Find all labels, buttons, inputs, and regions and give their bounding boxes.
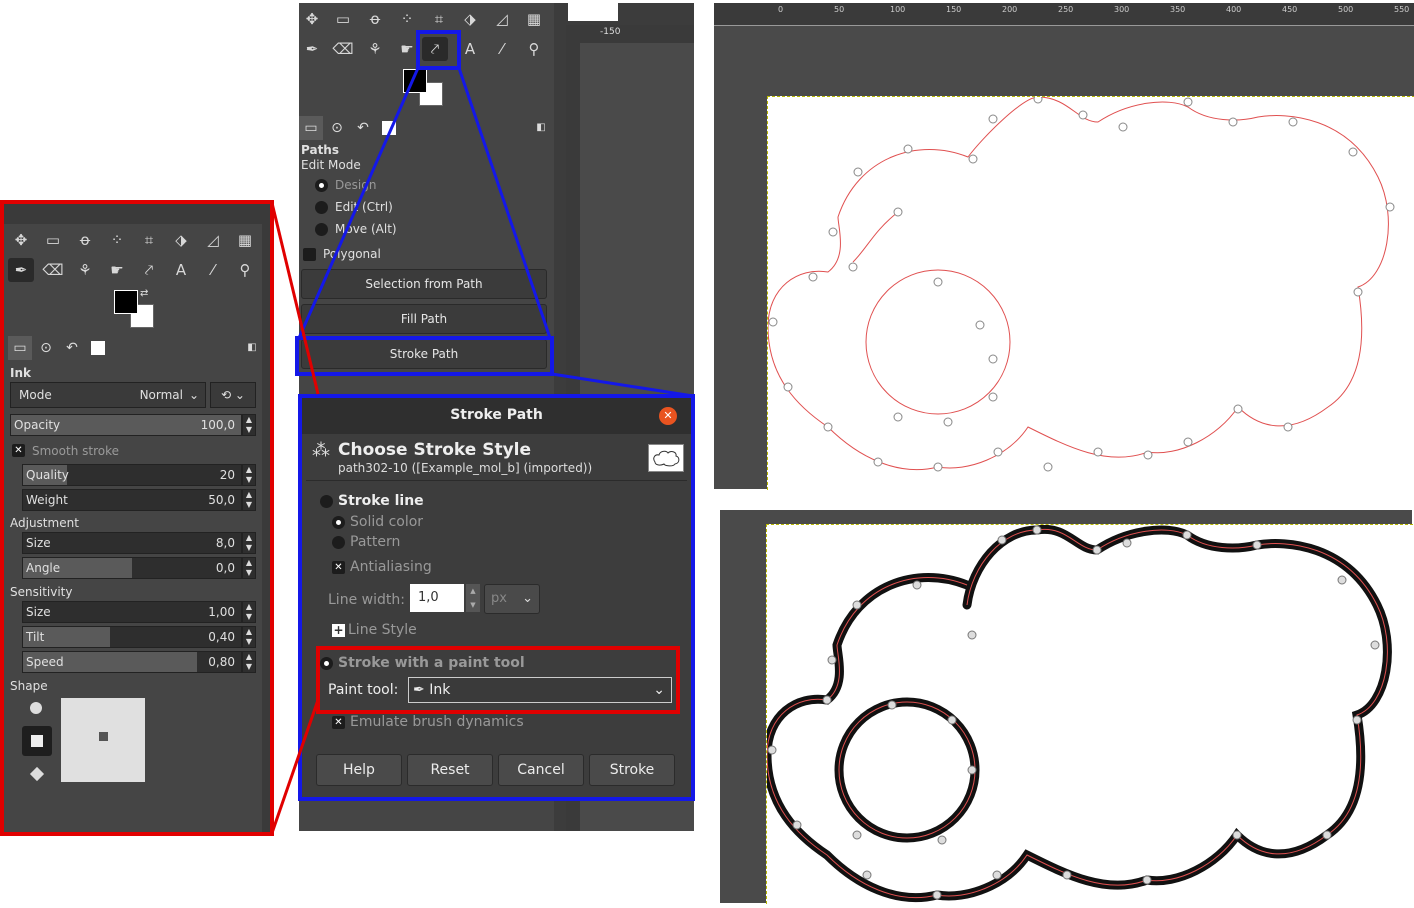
top-ruler: 0 50 100 150 200 250 300 350 400 450 500… <box>714 3 1414 26</box>
ruler-tick: 0 <box>778 5 784 14</box>
path-anchor-points <box>768 94 1395 472</box>
ink-link-line-bottom <box>270 699 320 834</box>
path-drawing <box>767 94 1395 472</box>
canvas-path-view[interactable]: 0 50 100 150 200 250 300 350 400 450 500… <box>714 3 1414 490</box>
ink-stroke <box>762 524 1392 903</box>
ruler-tick: 500 <box>1338 5 1354 14</box>
ruler-tick: 200 <box>1002 5 1018 14</box>
ruler-tick: 400 <box>1226 5 1242 14</box>
ruler-tick: 450 <box>1282 5 1298 14</box>
zoom-line-left <box>297 67 420 339</box>
stroked-drawing <box>762 524 1392 903</box>
ruler-tick: 350 <box>1170 5 1186 14</box>
ruler-tick: 250 <box>1058 5 1074 14</box>
ruler-tick: 150 <box>946 5 962 14</box>
zoom-line-right <box>457 67 552 339</box>
dialog-link-line <box>551 372 694 398</box>
canvas-stroked-view[interactable] <box>720 510 1413 904</box>
stroke-path-button-highlight <box>295 336 554 376</box>
image-canvas[interactable] <box>762 524 1413 904</box>
path-anchor-points <box>767 525 1380 900</box>
cloud-path <box>766 528 1388 899</box>
ruler-tick: 300 <box>1114 5 1130 14</box>
image-canvas[interactable] <box>767 94 1414 490</box>
ruler-tick: 100 <box>890 5 906 14</box>
inner-circle-path <box>865 269 1011 415</box>
cloud-path <box>767 96 1389 471</box>
inner-path-segment <box>852 211 899 263</box>
ruler-tick: 550 <box>1394 5 1410 14</box>
paths-tool-highlight <box>416 30 461 70</box>
ruler-tick: 50 <box>834 5 845 14</box>
